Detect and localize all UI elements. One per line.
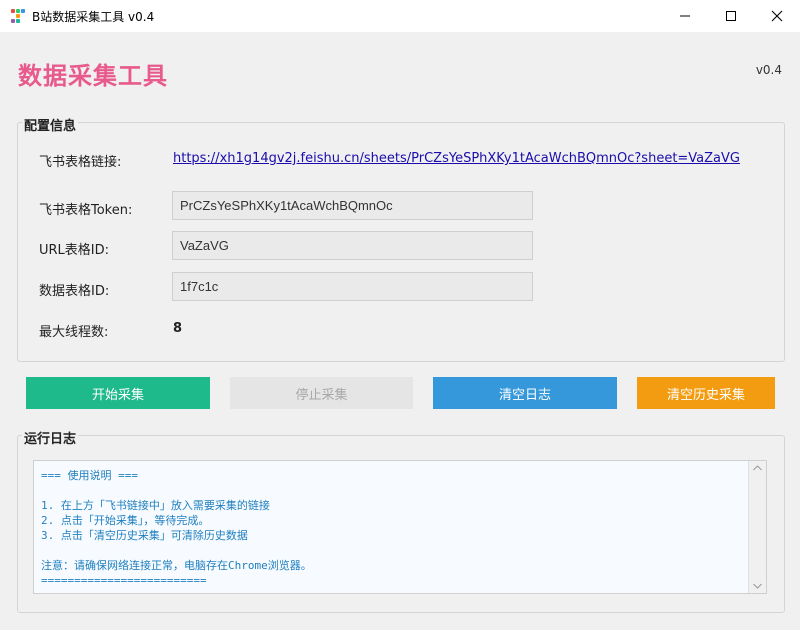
- log-line: 注意：请确保网络连接正常，电脑存在Chrome浏览器。: [41, 559, 312, 572]
- token-field[interactable]: PrCZsYeSPhXKy1tAcaWchBQmnOc: [172, 191, 533, 220]
- feishu-link-label: 飞书表格链接:: [39, 155, 122, 170]
- minimize-button[interactable]: [662, 0, 708, 32]
- url-id-field[interactable]: VaZaVG: [172, 231, 533, 260]
- threads-label: 最大线程数:: [39, 325, 109, 340]
- maximize-button[interactable]: [708, 0, 754, 32]
- log-line: =========================: [41, 574, 207, 587]
- log-line: 2. 点击「开始采集」，等待完成。: [41, 514, 210, 527]
- token-label: 飞书表格Token:: [39, 203, 133, 218]
- data-id-field[interactable]: 1f7c1c: [172, 272, 533, 301]
- log-output[interactable]: === 使用说明 === 1. 在上方「飞书链接中」放入需要采集的链接 2. 点击…: [33, 460, 767, 594]
- url-id-label: URL表格ID:: [39, 243, 110, 258]
- scroll-down-icon[interactable]: [753, 583, 762, 589]
- main-content: 数据采集工具 v0.4 配置信息 飞书表格链接: https://xh1g14g…: [0, 32, 800, 630]
- maximize-icon: [726, 11, 736, 21]
- stop-button[interactable]: 停止采集: [230, 377, 413, 409]
- log-line: === 使用说明 ===: [41, 469, 138, 482]
- clear-log-button[interactable]: 清空日志: [433, 377, 617, 409]
- threads-value: 8: [173, 321, 183, 336]
- scroll-up-icon[interactable]: [753, 465, 762, 471]
- log-scrollbar[interactable]: [748, 461, 766, 593]
- log-text: === 使用说明 === 1. 在上方「飞书链接中」放入需要采集的链接 2. 点击…: [41, 468, 312, 588]
- window-titlebar: B站数据采集工具 v0.4: [0, 0, 800, 32]
- start-button[interactable]: 开始采集: [26, 377, 210, 409]
- version-label: v0.4: [755, 63, 782, 77]
- page-title: 数据采集工具: [18, 62, 168, 90]
- window-title: B站数据采集工具 v0.4: [32, 10, 155, 24]
- log-line: 1. 在上方「飞书链接中」放入需要采集的链接: [41, 499, 270, 512]
- data-id-label: 数据表格ID:: [39, 284, 110, 299]
- app-logo-icon: [10, 8, 26, 24]
- clear-history-button[interactable]: 清空历史采集: [637, 377, 775, 409]
- log-section-label: 运行日志: [22, 428, 79, 447]
- log-line: 3. 点击「清空历史采集」可清除历史数据: [41, 529, 248, 542]
- close-button[interactable]: [754, 0, 800, 32]
- feishu-link[interactable]: https://xh1g14gv2j.feishu.cn/sheets/PrCZ…: [173, 151, 740, 166]
- minimize-icon: [680, 15, 690, 17]
- config-section-label: 配置信息: [22, 115, 79, 134]
- close-icon: [771, 10, 783, 22]
